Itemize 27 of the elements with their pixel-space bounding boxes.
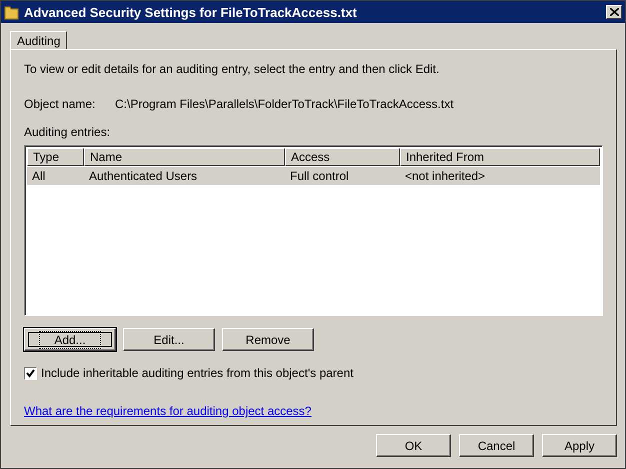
table-row[interactable]: All Authenticated Users Full control <not inherited> <box>27 167 600 185</box>
column-header[interactable]: Access <box>285 148 400 166</box>
auditing-entries-label: Auditing entries: <box>24 125 112 139</box>
column-header[interactable]: Type <box>27 148 84 166</box>
table-cell-text: <not inherited> <box>404 168 486 185</box>
tab[interactable]: Auditing <box>10 31 68 49</box>
apply-button[interactable]: Apply <box>542 434 617 457</box>
help-link[interactable]: What are the requirements for auditing object access? <box>24 404 312 418</box>
column-header[interactable]: Inherited From <box>400 148 600 166</box>
column-header[interactable]: Name <box>84 148 285 166</box>
cancel-button[interactable]: Cancel <box>459 434 534 457</box>
checkbox-label: Include inheritable auditing entries from this object's parent <box>41 366 354 380</box>
add-button[interactable]: Add... <box>24 328 116 351</box>
include-checkbox[interactable] <box>24 366 37 380</box>
close-button[interactable] <box>606 5 622 19</box>
window-title: Advanced Security Settings for FileToTrackAccess.txt <box>24 4 358 20</box>
table-cell-text: Authenticated Users <box>88 168 198 185</box>
object-name-label: Object name: <box>24 97 96 111</box>
folder-icon <box>4 4 20 20</box>
ok-button[interactable]: OK <box>376 434 451 457</box>
remove-button[interactable]: Remove <box>222 328 314 351</box>
instructions-text: To view or edit details for an auditing entry, select the entry and then click Edit. <box>24 62 440 76</box>
edit-button[interactable]: Edit... <box>123 328 215 351</box>
close-icon <box>610 8 618 16</box>
table-cell-text: Full control <box>289 168 350 185</box>
table-cell-text: All <box>31 168 46 185</box>
object-name-value: C:\Program Files\Parallels\FolderToTrack\FileToTrackAccess.txt <box>115 97 454 111</box>
